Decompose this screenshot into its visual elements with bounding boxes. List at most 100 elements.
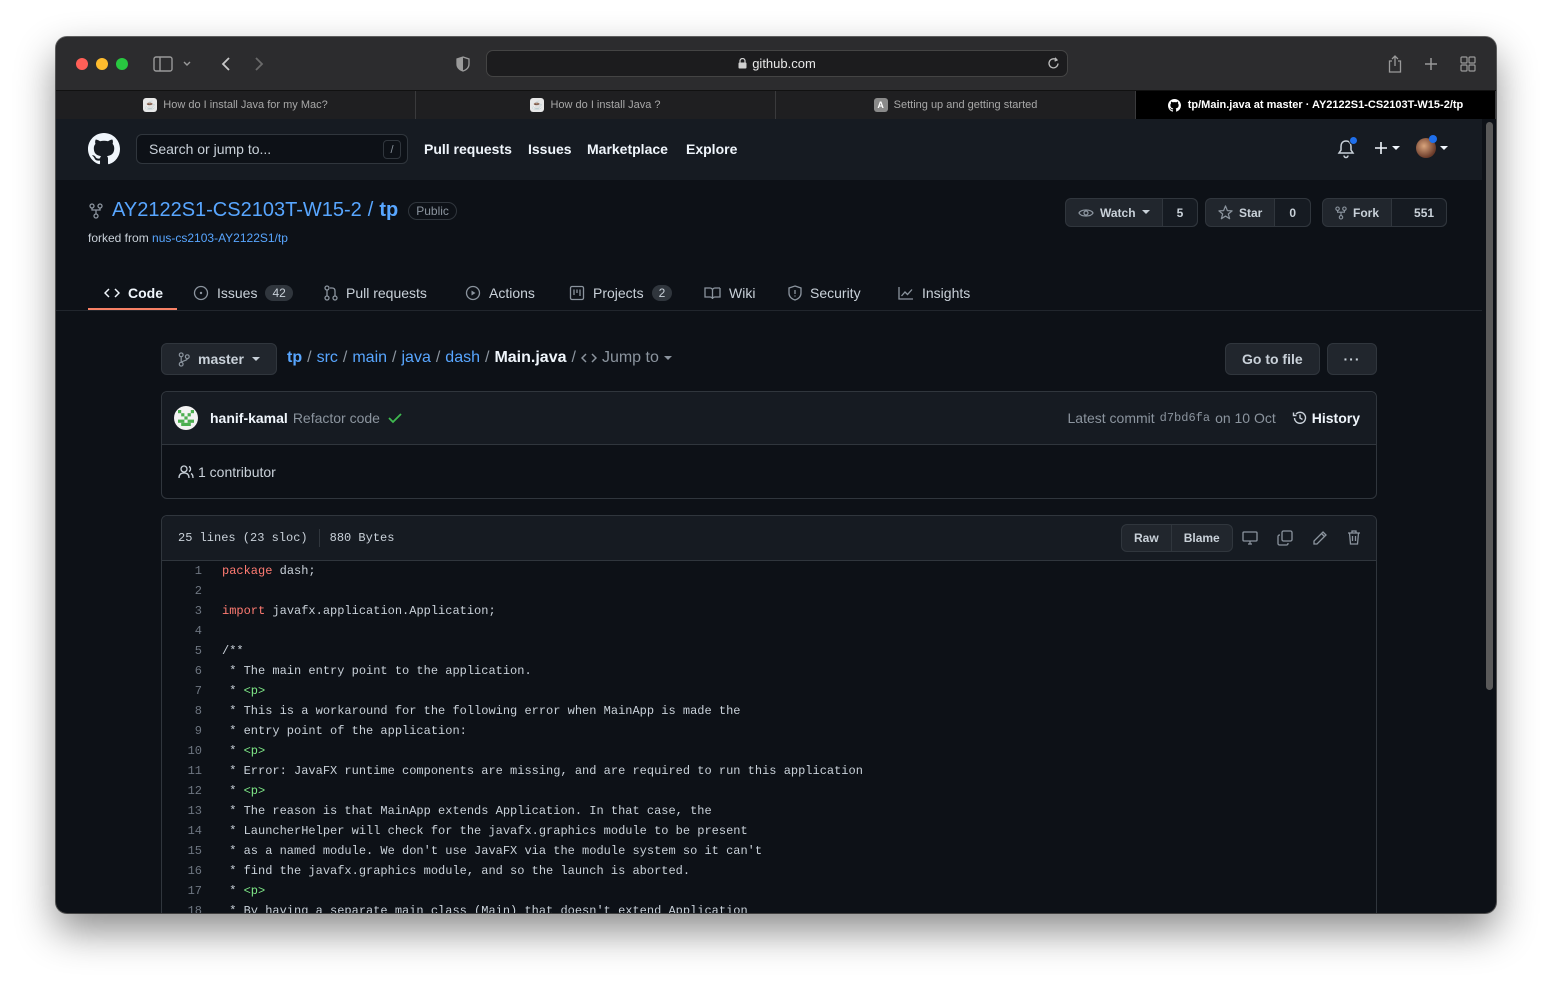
avatar[interactable] xyxy=(1416,135,1448,158)
line-number[interactable]: 17 xyxy=(162,884,208,898)
breadcrumb-link[interactable]: main xyxy=(352,349,387,367)
line-number[interactable]: 1 xyxy=(162,564,208,578)
tab-issues[interactable]: Issues 42 xyxy=(193,276,293,310)
repo-name-link[interactable]: tp xyxy=(379,199,398,222)
jump-to-menu[interactable]: Jump to xyxy=(580,349,672,367)
line-number[interactable]: 12 xyxy=(162,784,208,798)
more-options-button[interactable]: ··· xyxy=(1327,343,1377,375)
browser-toolbar: github.com xyxy=(56,37,1496,90)
tab-code[interactable]: Code xyxy=(104,276,163,310)
tab-wiki[interactable]: Wiki xyxy=(704,276,755,310)
chevron-down-icon[interactable] xyxy=(180,53,194,75)
commit-message-link[interactable]: Refactor code xyxy=(293,410,380,426)
line-number[interactable]: 4 xyxy=(162,624,208,638)
tab-security[interactable]: Security xyxy=(788,276,861,310)
avatar[interactable] xyxy=(174,406,198,430)
search-input[interactable]: Search or jump to... / xyxy=(136,134,408,164)
fork-count[interactable]: 551 xyxy=(1391,199,1447,226)
forked-from-link[interactable]: nus-cs2103-AY2122S1/tp xyxy=(152,231,288,245)
share-icon[interactable] xyxy=(1384,53,1406,75)
file-info-divider xyxy=(318,529,320,547)
url-text: github.com xyxy=(752,56,816,71)
line-number[interactable]: 14 xyxy=(162,824,208,838)
scrollbar[interactable] xyxy=(1486,122,1493,690)
line-number[interactable]: 13 xyxy=(162,804,208,818)
blame-button[interactable]: Blame xyxy=(1172,525,1232,551)
repo-owner-link[interactable]: AY2122S1-CS2103T-W15-2 xyxy=(112,199,362,222)
github-logo-icon[interactable] xyxy=(88,133,120,170)
tab-insights[interactable]: Insights xyxy=(898,276,970,310)
tab-projects[interactable]: Projects 2 xyxy=(569,276,673,310)
github-header: Search or jump to... / Pull requests Iss… xyxy=(56,119,1482,180)
back-icon[interactable] xyxy=(215,53,237,75)
breadcrumb-link[interactable]: dash xyxy=(445,349,480,367)
line-number[interactable]: 8 xyxy=(162,704,208,718)
breadcrumb-link[interactable]: src xyxy=(317,349,338,367)
tab-overview-icon[interactable] xyxy=(1457,53,1479,75)
shield-icon xyxy=(788,285,802,301)
create-new-icon[interactable] xyxy=(1374,141,1400,155)
contributors-row[interactable]: 1 contributor xyxy=(162,445,1376,498)
browser-tab[interactable]: ☕ How do I install Java for my Mac? xyxy=(56,91,416,119)
browser-tab-active[interactable]: tp/Main.java at master · AY2122S1-CS2103… xyxy=(1136,91,1496,119)
breadcrumb-separator: / xyxy=(485,349,490,366)
nav-issues[interactable]: Issues xyxy=(528,141,572,157)
tab-label: Insights xyxy=(922,285,971,301)
nav-pull-requests[interactable]: Pull requests xyxy=(424,141,512,157)
line-number[interactable]: 18 xyxy=(162,904,208,913)
desktop-icon[interactable] xyxy=(1242,530,1258,546)
reload-icon[interactable] xyxy=(1047,57,1060,70)
minimize-window-button[interactable] xyxy=(96,58,108,70)
go-to-file-button[interactable]: Go to file xyxy=(1225,343,1320,375)
line-number[interactable]: 15 xyxy=(162,844,208,858)
code-token: javafx.application.Application; xyxy=(265,604,496,618)
browser-tab[interactable]: A Setting up and getting started xyxy=(776,91,1136,119)
tab-pull-requests[interactable]: Pull requests xyxy=(324,276,427,310)
history-link[interactable]: History xyxy=(1292,410,1360,426)
commit-date: on 10 Oct xyxy=(1215,410,1276,426)
zoom-window-button[interactable] xyxy=(116,58,128,70)
watch-button[interactable]: Watch 5 xyxy=(1065,198,1199,227)
line-number[interactable]: 6 xyxy=(162,664,208,678)
privacy-shield-icon[interactable] xyxy=(452,53,474,75)
code-icon xyxy=(580,353,597,363)
commit-author-link[interactable]: hanif-kamal xyxy=(210,410,288,426)
breadcrumb-link[interactable]: java xyxy=(401,349,430,367)
code-line: 17 * <p> xyxy=(162,881,1376,901)
line-number[interactable]: 5 xyxy=(162,644,208,658)
sidebar-toggle-icon[interactable] xyxy=(152,53,174,75)
chevron-down-icon xyxy=(1141,210,1150,214)
close-window-button[interactable] xyxy=(76,58,88,70)
watch-count[interactable]: 5 xyxy=(1161,199,1198,226)
trash-icon[interactable] xyxy=(1346,529,1362,546)
breadcrumb-separator: / xyxy=(571,349,576,366)
breadcrumb-root-link[interactable]: tp xyxy=(287,349,302,367)
line-number[interactable]: 9 xyxy=(162,724,208,738)
line-number[interactable]: 10 xyxy=(162,744,208,758)
check-icon[interactable] xyxy=(388,412,402,424)
nav-explore[interactable]: Explore xyxy=(686,141,737,157)
nav-marketplace[interactable]: Marketplace xyxy=(587,141,668,157)
commit-sha-link[interactable]: d7bd6fa xyxy=(1160,411,1210,425)
forward-icon[interactable] xyxy=(248,53,270,75)
tab-actions[interactable]: Actions xyxy=(465,276,535,310)
line-number[interactable]: 3 xyxy=(162,604,208,618)
star-button[interactable]: Star 0 xyxy=(1205,198,1312,227)
copy-icon[interactable] xyxy=(1277,530,1293,546)
line-number[interactable]: 16 xyxy=(162,864,208,878)
star-count[interactable]: 0 xyxy=(1274,199,1311,226)
branch-select-button[interactable]: master xyxy=(161,343,277,375)
bell-icon[interactable] xyxy=(1337,136,1358,164)
line-number[interactable]: 11 xyxy=(162,764,208,778)
line-number[interactable]: 7 xyxy=(162,684,208,698)
tab-active-underline xyxy=(88,308,177,310)
pencil-icon[interactable] xyxy=(1312,530,1328,546)
raw-button[interactable]: Raw xyxy=(1122,525,1172,551)
fork-button[interactable]: Fork 551 xyxy=(1322,198,1448,227)
branch-icon xyxy=(178,351,190,367)
address-bar[interactable]: github.com xyxy=(486,50,1068,77)
code-line: 9 * entry point of the application: xyxy=(162,721,1376,741)
line-number[interactable]: 2 xyxy=(162,584,208,598)
new-tab-icon[interactable] xyxy=(1420,53,1442,75)
browser-tab[interactable]: ☕ How do I install Java ? xyxy=(416,91,776,119)
